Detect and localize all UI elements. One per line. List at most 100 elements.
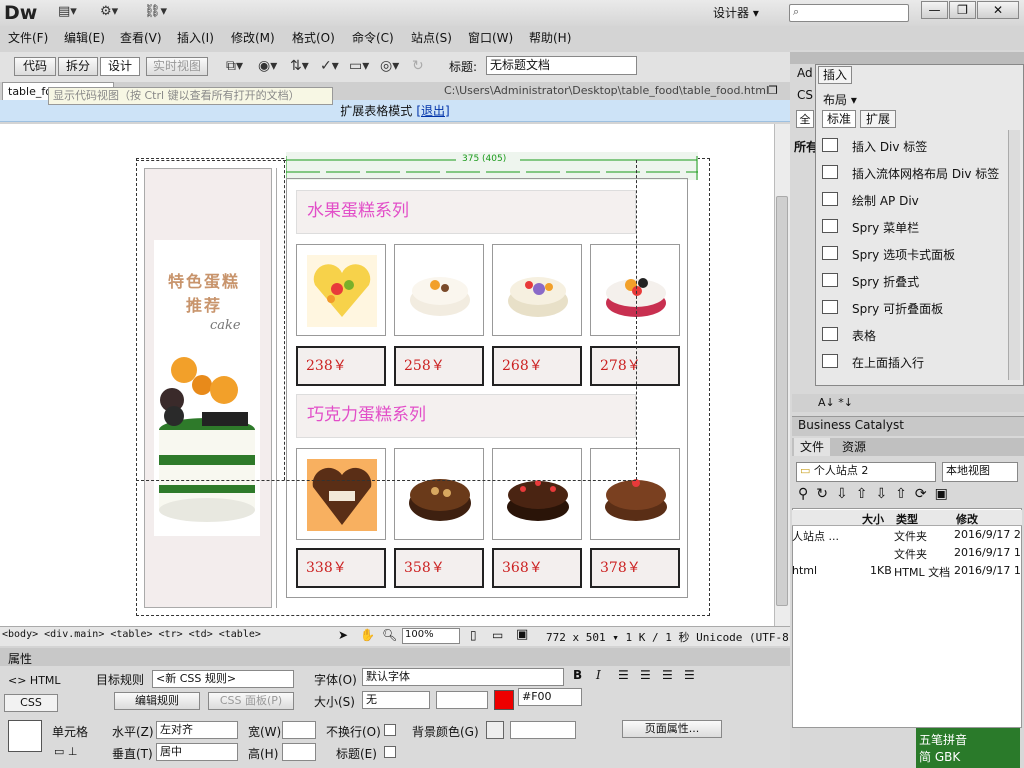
- bg-color-swatch[interactable]: [486, 721, 504, 739]
- title-input[interactable]: 无标题文档: [486, 56, 637, 75]
- color-swatch[interactable]: [494, 690, 514, 710]
- insert-item[interactable]: Spry 折叠式: [852, 273, 919, 290]
- menu-site[interactable]: 站点(S): [411, 29, 452, 46]
- business-catalyst-tab[interactable]: Business Catalyst: [798, 418, 904, 432]
- height-input[interactable]: [282, 743, 316, 761]
- menu-view[interactable]: 查看(V): [120, 29, 162, 46]
- tag-selector[interactable]: <body> <div.main> <table> <tr> <td> <tab…: [2, 629, 261, 640]
- insert-item[interactable]: 插入流体网格布局 Div 标签: [852, 165, 999, 182]
- file-name[interactable]: html: [792, 564, 817, 577]
- html-tab[interactable]: <> HTML: [8, 674, 61, 687]
- insert-category[interactable]: 布局 ▾: [823, 91, 857, 108]
- justify-icon[interactable]: ☰: [684, 668, 695, 682]
- bg-color-input[interactable]: [510, 721, 576, 739]
- menu-window[interactable]: 窗口(W): [468, 29, 513, 46]
- desktop-size-icon[interactable]: ▣: [516, 627, 528, 642]
- insert-item[interactable]: Spry 菜单栏: [852, 219, 919, 236]
- menu-edit[interactable]: 编辑(E): [64, 29, 105, 46]
- code-view-button[interactable]: 代码: [14, 57, 56, 76]
- edit-rule-button[interactable]: 编辑规则: [114, 692, 200, 710]
- gear-icon[interactable]: ⚙▾: [100, 4, 130, 22]
- insert-scrollbar[interactable]: [1008, 130, 1020, 380]
- insert-item[interactable]: Spry 选项卡式面板: [852, 246, 955, 263]
- multiscreen-icon[interactable]: ⧉▾: [226, 58, 243, 74]
- menu-format[interactable]: 格式(O): [292, 29, 335, 46]
- layout-icon[interactable]: ▤▾: [58, 4, 88, 22]
- insert-item[interactable]: 绘制 AP Div: [852, 192, 919, 209]
- font-select[interactable]: 默认字体: [362, 668, 564, 686]
- menu-commands[interactable]: 命令(C): [352, 29, 394, 46]
- menu-modify[interactable]: 修改(M): [231, 29, 275, 46]
- insert-item[interactable]: 表格: [852, 327, 876, 344]
- size-unit-select[interactable]: [436, 691, 488, 709]
- horz-select[interactable]: 左对齐: [156, 721, 238, 739]
- file-name[interactable]: 人站点 ...: [792, 528, 839, 544]
- split-view-button[interactable]: 拆分: [58, 57, 98, 76]
- page-properties-button[interactable]: 页面属性...: [622, 720, 722, 738]
- preview-icon[interactable]: ◉▾: [258, 58, 277, 74]
- italic-icon[interactable]: I: [596, 668, 601, 682]
- restore-doc-icon[interactable]: ❐: [768, 84, 778, 97]
- column-modified[interactable]: 修改: [956, 511, 978, 527]
- cake-image: [492, 448, 582, 540]
- site-select[interactable]: ▭ 个人站点 2: [796, 462, 936, 482]
- ime-toolbar[interactable]: 五笔拼音简 GBK: [916, 728, 1020, 768]
- nowrap-checkbox[interactable]: [384, 724, 396, 736]
- insert-tab[interactable]: 插入: [818, 66, 852, 84]
- header-checkbox[interactable]: [384, 746, 396, 758]
- align-right-icon[interactable]: ☰: [662, 668, 673, 682]
- target-rule-select[interactable]: <新 CSS 规则>: [152, 670, 294, 688]
- exit-expanded-link[interactable]: [退出]: [416, 104, 449, 118]
- align-center-icon[interactable]: ☰: [640, 668, 651, 682]
- side-tab-cs[interactable]: CS: [797, 88, 813, 102]
- divider-cell: [276, 168, 280, 608]
- search-input[interactable]: ⌕: [789, 4, 909, 22]
- tablet-size-icon[interactable]: ▭: [492, 628, 503, 642]
- close-button[interactable]: ✕: [977, 1, 1019, 19]
- bold-icon[interactable]: B: [573, 668, 582, 682]
- restore-button[interactable]: ❐: [949, 1, 976, 19]
- validate-icon[interactable]: ◎▾: [380, 58, 399, 74]
- file-management-icon[interactable]: ⇅▾: [290, 58, 309, 74]
- expanded-mode-button[interactable]: 扩展: [860, 110, 896, 128]
- guide-line: [636, 160, 637, 480]
- files-toolbar-icons[interactable]: ⚲↻⇩⇧⇩⇧⟳▣: [798, 486, 956, 502]
- width-input[interactable]: [282, 721, 316, 739]
- design-view-button[interactable]: 设计: [100, 57, 140, 76]
- menu-insert[interactable]: 插入(I): [177, 29, 214, 46]
- insert-item[interactable]: 插入 Div 标签: [852, 138, 927, 155]
- visual-aids-icon[interactable]: ▭▾: [349, 58, 369, 74]
- css-tab[interactable]: CSS: [4, 694, 58, 712]
- files-tab[interactable]: 文件: [794, 438, 830, 456]
- merge-cells-icon[interactable]: ▭ ⊥: [54, 745, 77, 758]
- select-tool-icon[interactable]: ➤: [338, 628, 348, 642]
- assets-tab[interactable]: 资源: [834, 438, 874, 456]
- view-select[interactable]: 本地视图: [942, 462, 1018, 482]
- css-panel-button[interactable]: CSS 面板(P): [208, 692, 294, 710]
- size-select[interactable]: 无: [362, 691, 430, 709]
- standard-mode-button[interactable]: 标准: [822, 110, 856, 128]
- minimize-button[interactable]: —: [921, 1, 948, 19]
- color-input[interactable]: #F00: [518, 688, 582, 706]
- check-icon[interactable]: ✓▾: [320, 58, 339, 74]
- insert-item[interactable]: 在上面插入行: [852, 354, 924, 371]
- zoom-tool-icon[interactable]: 🔍︎: [382, 628, 397, 642]
- insert-item[interactable]: Spry 可折叠面板: [852, 300, 943, 317]
- vert-select[interactable]: 居中: [156, 743, 238, 761]
- hand-tool-icon[interactable]: ✋: [360, 628, 375, 642]
- refresh-icon[interactable]: ↻: [412, 58, 424, 74]
- scroll-thumb[interactable]: [776, 196, 788, 606]
- menu-file[interactable]: 文件(F): [8, 29, 48, 46]
- side-tab-all[interactable]: 全: [796, 110, 814, 128]
- menu-help[interactable]: 帮助(H): [529, 29, 571, 46]
- live-view-button[interactable]: 实时视图: [146, 57, 208, 76]
- ap-div-icon: [822, 192, 838, 206]
- column-type[interactable]: 类型: [896, 511, 918, 527]
- mobile-size-icon[interactable]: ▯: [470, 628, 477, 642]
- align-left-icon[interactable]: ☰: [618, 668, 629, 682]
- workspace-switcher[interactable]: 设计器 ▾: [713, 4, 759, 21]
- site-icon[interactable]: ⛓▾: [144, 4, 174, 22]
- zoom-select[interactable]: 100%: [402, 628, 460, 644]
- side-tab-ad[interactable]: Ad: [797, 66, 813, 80]
- column-size[interactable]: 大小: [862, 511, 884, 527]
